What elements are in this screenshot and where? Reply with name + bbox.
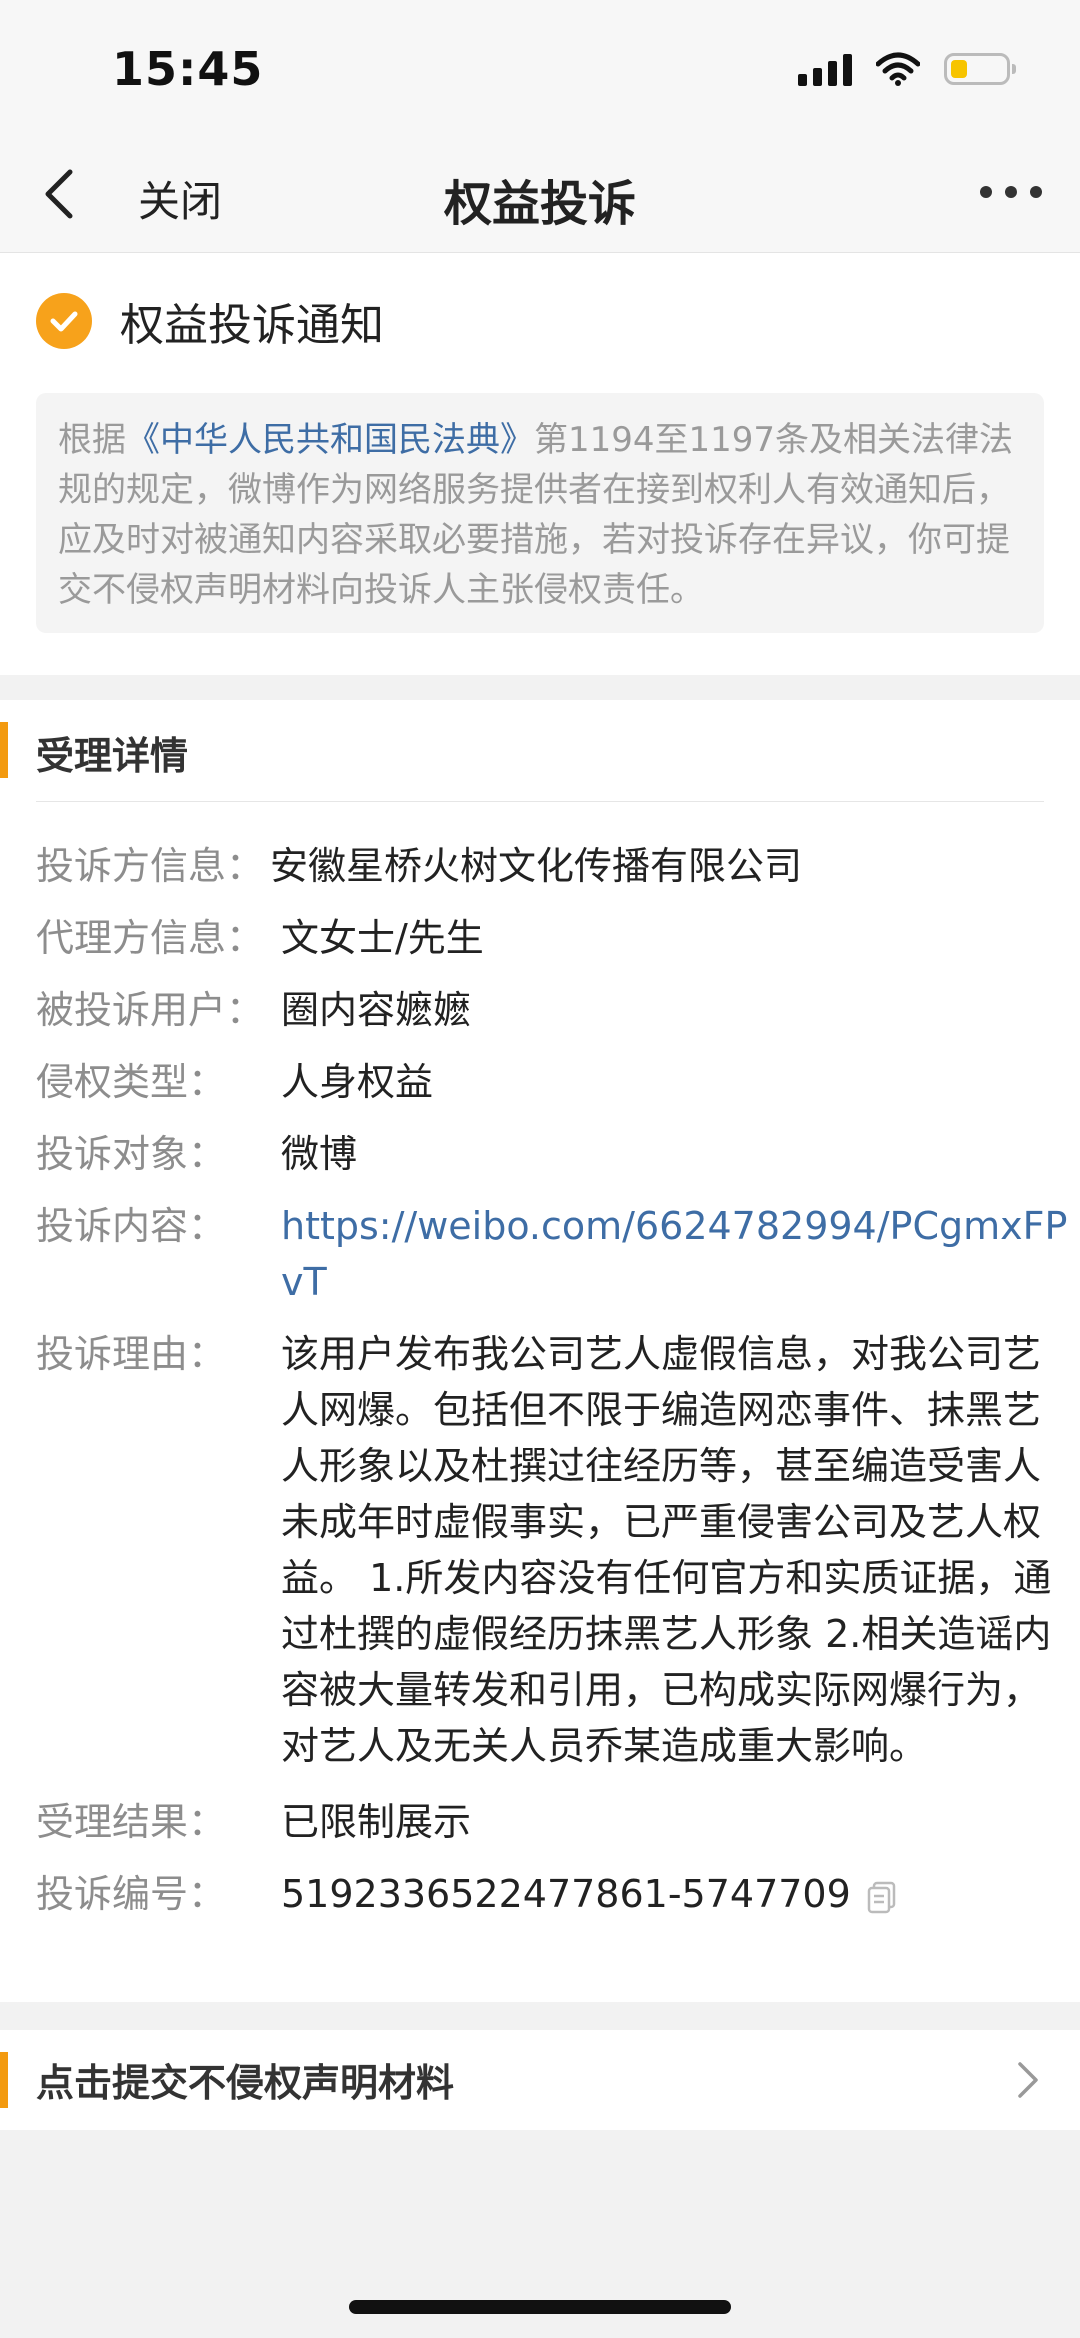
detail-value: 该用户发布我公司艺人虚假信息，对我公司艺人网爆。包括但不限于编造网恋事件、抹黑艺… [281,1332,1052,1768]
complaint-number: 5192336522477861-5747709 [281,1872,851,1916]
wifi-icon [876,52,920,86]
nav-bar: 关闭 权益投诉 [0,140,1080,253]
section-title: 受理详情 [36,734,189,778]
detail-label: 投诉方信息： [36,844,265,888]
check-circle-icon [36,293,92,349]
detail-value: 5192336522477861-5747709 [281,1866,1071,1922]
notice-section: 权益投诉通知 根据《中华人民共和国民法典》第1194至1197条及相关法律法规的… [0,253,1080,675]
detail-label: 投诉对象： [36,1132,227,1176]
battery-icon [944,53,1016,85]
detail-value: 已限制展示 [281,1800,472,1844]
detail-label: 投诉编号： [36,1872,227,1916]
detail-value: 圈内容嬷嬷 [281,988,472,1032]
chevron-right-icon [1018,2062,1038,2098]
cellular-signal-icon [798,52,852,86]
notice-text-before: 根据 [58,420,126,460]
detail-label: 被投诉用户： [36,988,265,1032]
detail-label: 投诉理由： [36,1332,227,1376]
notice-header: 权益投诉通知 [36,289,384,353]
notice-title: 权益投诉通知 [120,300,384,351]
status-icons [798,52,1016,86]
detail-value: 安徽星桥火树文化传播有限公司 [270,844,803,888]
detail-section: 受理详情 投诉方信息： 安徽星桥火树文化传播有限公司 代理方信息： 文女士/先生… [0,700,1080,2002]
detail-value: 文女士/先生 [281,916,484,960]
section-accent-bar [0,722,8,778]
detail-value: 人身权益 [281,1060,434,1104]
notice-text: 根据《中华人民共和国民法典》第1194至1197条及相关法律法规的规定，微博作为… [36,393,1044,633]
complaint-content-link[interactable]: https://weibo.com/6624782994/PCgmxFPvT [281,1198,1071,1310]
submit-statement-row[interactable]: 点击提交不侵权声明材料 [0,2030,1080,2130]
detail-label: 投诉内容： [36,1204,227,1248]
more-icon[interactable] [980,186,1042,198]
status-time: 15:45 [112,42,264,96]
copy-icon[interactable] [865,1880,899,1914]
page-title: 权益投诉 [443,176,636,232]
detail-label: 侵权类型： [36,1060,227,1104]
section-accent-bar [0,2052,8,2108]
detail-label: 受理结果： [36,1800,227,1844]
submit-statement-label: 点击提交不侵权声明材料 [36,2061,455,2105]
divider [36,801,1044,802]
home-indicator [349,2300,731,2314]
status-bar: 15:45 [0,0,1080,140]
detail-value: 微博 [281,1132,358,1176]
detail-label: 代理方信息： [36,916,265,960]
law-link[interactable]: 《中华人民共和国民法典》 [126,420,534,460]
